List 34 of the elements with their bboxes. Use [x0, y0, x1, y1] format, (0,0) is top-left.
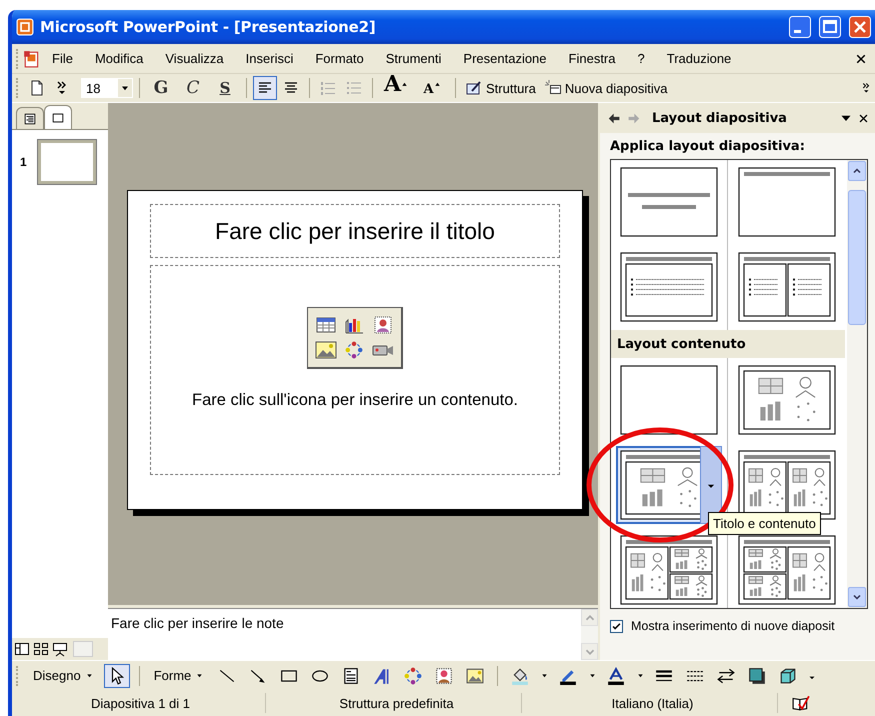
checkbox-label: Mostra inserimento di nuove diaposit — [631, 619, 835, 633]
window-title: Microsoft PowerPoint - [Presentazione2] — [40, 18, 376, 36]
notes-field[interactable]: Fare clic per inserire le note — [108, 608, 581, 660]
section-heading: Applica layout diapositiva: — [610, 139, 806, 156]
new-slide-button[interactable]: Nuova diapositiva — [540, 76, 670, 100]
font-size-field[interactable]: 18 — [81, 78, 133, 98]
design-button[interactable]: Struttura — [462, 76, 539, 100]
menu-item[interactable]: Presentazione — [452, 48, 558, 69]
menu-item[interactable]: Formato — [304, 48, 375, 69]
title-placeholder[interactable]: Fare clic per inserire il titolo — [150, 204, 560, 258]
menu-item[interactable]: Traduzione — [656, 48, 742, 69]
menu-item[interactable]: File — [41, 48, 84, 69]
menu-item[interactable]: Finestra — [558, 48, 626, 69]
menu-item[interactable]: ? — [626, 48, 656, 69]
grow-font-button[interactable]: A — [379, 76, 413, 100]
menu-item[interactable]: Inserisci — [234, 48, 304, 69]
status-text: Italiano (Italia) — [528, 693, 778, 713]
menu-item[interactable]: Strumenti — [374, 48, 452, 69]
menu-button[interactable]: Forme — [148, 664, 210, 688]
status-text: Diapositiva 1 di 1 — [16, 693, 266, 713]
shadow-button[interactable]: S — [210, 76, 240, 100]
shrink-font-button[interactable]: A — [415, 76, 449, 100]
content-placeholder[interactable]: Fare clic sull'icona per inserire un contenuto. — [150, 265, 560, 475]
menu-item[interactable]: Visualizza — [154, 48, 235, 69]
menu-button[interactable]: Disegno — [28, 664, 99, 688]
menu-item[interactable]: Modifica — [84, 48, 154, 69]
italic-button[interactable]: C — [178, 76, 208, 100]
title-prompt: Fare clic per inserire il titolo — [215, 218, 495, 244]
slide-number: 1 — [20, 155, 28, 169]
content-prompt: Fare clic sull'icona per inserire un contenuto. — [192, 391, 518, 410]
task-pane-title: Layout diapositiva — [652, 110, 787, 126]
status-text: Struttura predefinita — [272, 693, 522, 713]
section-heading: Layout contenuto — [617, 336, 746, 352]
bold-button[interactable]: G — [146, 76, 176, 100]
